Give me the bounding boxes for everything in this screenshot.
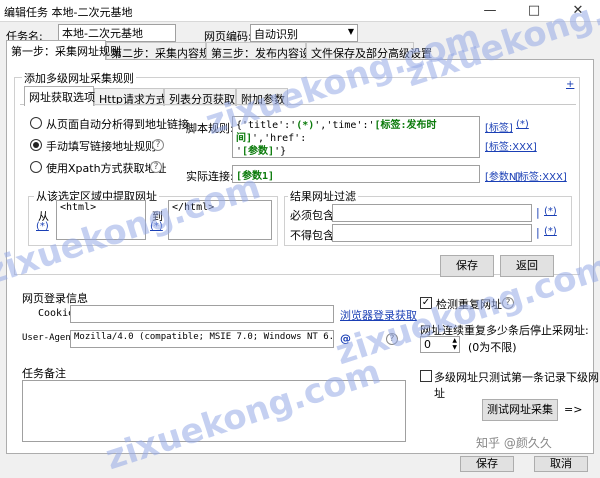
stop-after-note: (0为不限) bbox=[468, 341, 517, 354]
tab-file-save[interactable]: 文件保存及部分高级设置 bbox=[306, 42, 432, 60]
radio-xpath[interactable] bbox=[30, 161, 42, 173]
url-filter-title: 结果网址过滤 bbox=[288, 188, 358, 204]
add-level-plus[interactable]: + bbox=[566, 79, 574, 90]
user-agent-input[interactable]: Mozilla/4.0 (compatible; MSIE 7.0; Windo… bbox=[70, 330, 334, 348]
must-contain-label: 必须包含 bbox=[290, 209, 334, 222]
radio-auto-analyze-label: 从页面自动分析得到地址链接 bbox=[46, 118, 189, 131]
help-icon[interactable]: ? bbox=[386, 333, 398, 345]
dup-check-checkbox[interactable]: ✓ bbox=[420, 297, 432, 309]
actual-link-label: 实际连接: bbox=[186, 170, 234, 183]
must-contain-input[interactable] bbox=[332, 204, 532, 222]
cookie-input[interactable] bbox=[70, 305, 334, 323]
user-agent-label: User-Agent bbox=[22, 333, 77, 343]
dup-check-label: 检测重复网址 bbox=[436, 298, 502, 311]
browser-login-link[interactable]: 浏览器登录获取 bbox=[340, 307, 417, 323]
save-rule-button[interactable]: 保存 bbox=[440, 255, 494, 277]
spin-arrows-icon[interactable]: ▲ ▼ bbox=[452, 337, 457, 351]
notes-textarea[interactable] bbox=[22, 380, 406, 442]
insert-tag-link[interactable]: [标签] bbox=[485, 119, 513, 134]
script-text: ','time':' bbox=[314, 120, 375, 131]
radio-manual-rule-label: 手动填写链接地址规则 bbox=[46, 140, 156, 153]
help-icon[interactable]: ? bbox=[150, 161, 162, 173]
window-title: 编辑任务 本地-二次元基地 bbox=[4, 6, 133, 19]
separator-link[interactable]: | bbox=[536, 226, 540, 239]
ok-button[interactable]: 保存 bbox=[460, 456, 514, 472]
subtab-url-options[interactable]: 网址获取选项 bbox=[24, 86, 95, 106]
from-star-link[interactable]: (*) bbox=[36, 221, 49, 232]
chevron-down-icon: ▼ bbox=[347, 27, 354, 36]
help-icon[interactable]: ? bbox=[502, 297, 514, 309]
login-title: 网页登录信息 bbox=[22, 292, 88, 305]
subtab-divider bbox=[20, 104, 576, 105]
not-star-link[interactable]: (*) bbox=[544, 226, 557, 237]
not-contain-label: 不得包含 bbox=[290, 229, 334, 242]
multi-test-label: 多级网址只测试第一条记录下级网址 bbox=[434, 371, 599, 400]
script-rule-label: 脚本规则: bbox=[186, 122, 234, 135]
credit-watermark: 知乎 @颜久久 bbox=[476, 436, 552, 450]
help-icon[interactable]: ? bbox=[152, 139, 164, 151]
encoding-value: 自动识别 bbox=[254, 28, 298, 41]
title-bar: 编辑任务 本地-二次元基地 — □ ✕ bbox=[0, 0, 600, 22]
end-html-textarea[interactable]: </html> bbox=[168, 200, 272, 240]
maximize-button[interactable]: □ bbox=[512, 0, 556, 22]
radio-auto-analyze[interactable] bbox=[30, 117, 42, 129]
stop-after-stepper[interactable]: 0 ▲ ▼ bbox=[420, 336, 460, 353]
insert-star-link[interactable]: (*) bbox=[516, 119, 529, 130]
multi-level-title: 添加多级网址采集规则 bbox=[22, 70, 136, 86]
separator-link[interactable]: | bbox=[536, 206, 540, 219]
back-button[interactable]: 返回 bbox=[500, 255, 554, 277]
radio-xpath-label: 使用Xpath方式获取地址 bbox=[46, 162, 167, 175]
tab-publish[interactable]: 第三步：发布内容设置 bbox=[206, 42, 321, 60]
encoding-select[interactable]: 自动识别 ▼ bbox=[250, 24, 358, 42]
test-url-button[interactable]: 测试网址采集 bbox=[482, 399, 558, 421]
script-text: '} bbox=[274, 146, 287, 157]
minimize-button[interactable]: — bbox=[468, 0, 512, 22]
must-star-link[interactable]: (*) bbox=[544, 206, 557, 217]
script-text: {'title':' bbox=[236, 120, 297, 131]
tab-url-rules[interactable]: 第一步：采集网址规则 bbox=[6, 40, 121, 60]
radio-manual-rule[interactable] bbox=[30, 139, 42, 151]
at-icon[interactable]: @ bbox=[340, 332, 351, 345]
multi-test-checkbox[interactable] bbox=[420, 370, 432, 382]
insert-tag-xxx-link[interactable]: [标签:XXX] bbox=[485, 138, 537, 153]
notes-title: 任务备注 bbox=[22, 367, 66, 380]
not-contain-input[interactable] bbox=[332, 224, 532, 242]
script-text: ','href': bbox=[252, 133, 307, 144]
cookie-label: Cookie bbox=[38, 308, 75, 319]
cancel-button[interactable]: 取消 bbox=[534, 456, 588, 472]
to-star-link[interactable]: (*) bbox=[150, 221, 163, 232]
tab-content-rules[interactable]: 第二步：采集内容规则 bbox=[106, 42, 221, 60]
script-token: [参数] bbox=[242, 146, 275, 157]
arrow-icon: => bbox=[564, 403, 583, 416]
close-button[interactable]: ✕ bbox=[556, 0, 600, 22]
insert-tag-xxx-link[interactable]: [标签:XXX] bbox=[515, 168, 567, 183]
script-token: (*) bbox=[296, 120, 315, 131]
actual-link-input[interactable]: [参数1] bbox=[232, 165, 480, 183]
stop-after-value: 0 bbox=[424, 338, 431, 351]
start-html-textarea[interactable]: <html> bbox=[56, 200, 146, 240]
script-rule-textarea[interactable]: {'title':'(*)','time':'[标签:发布时间]','href'… bbox=[232, 116, 480, 158]
